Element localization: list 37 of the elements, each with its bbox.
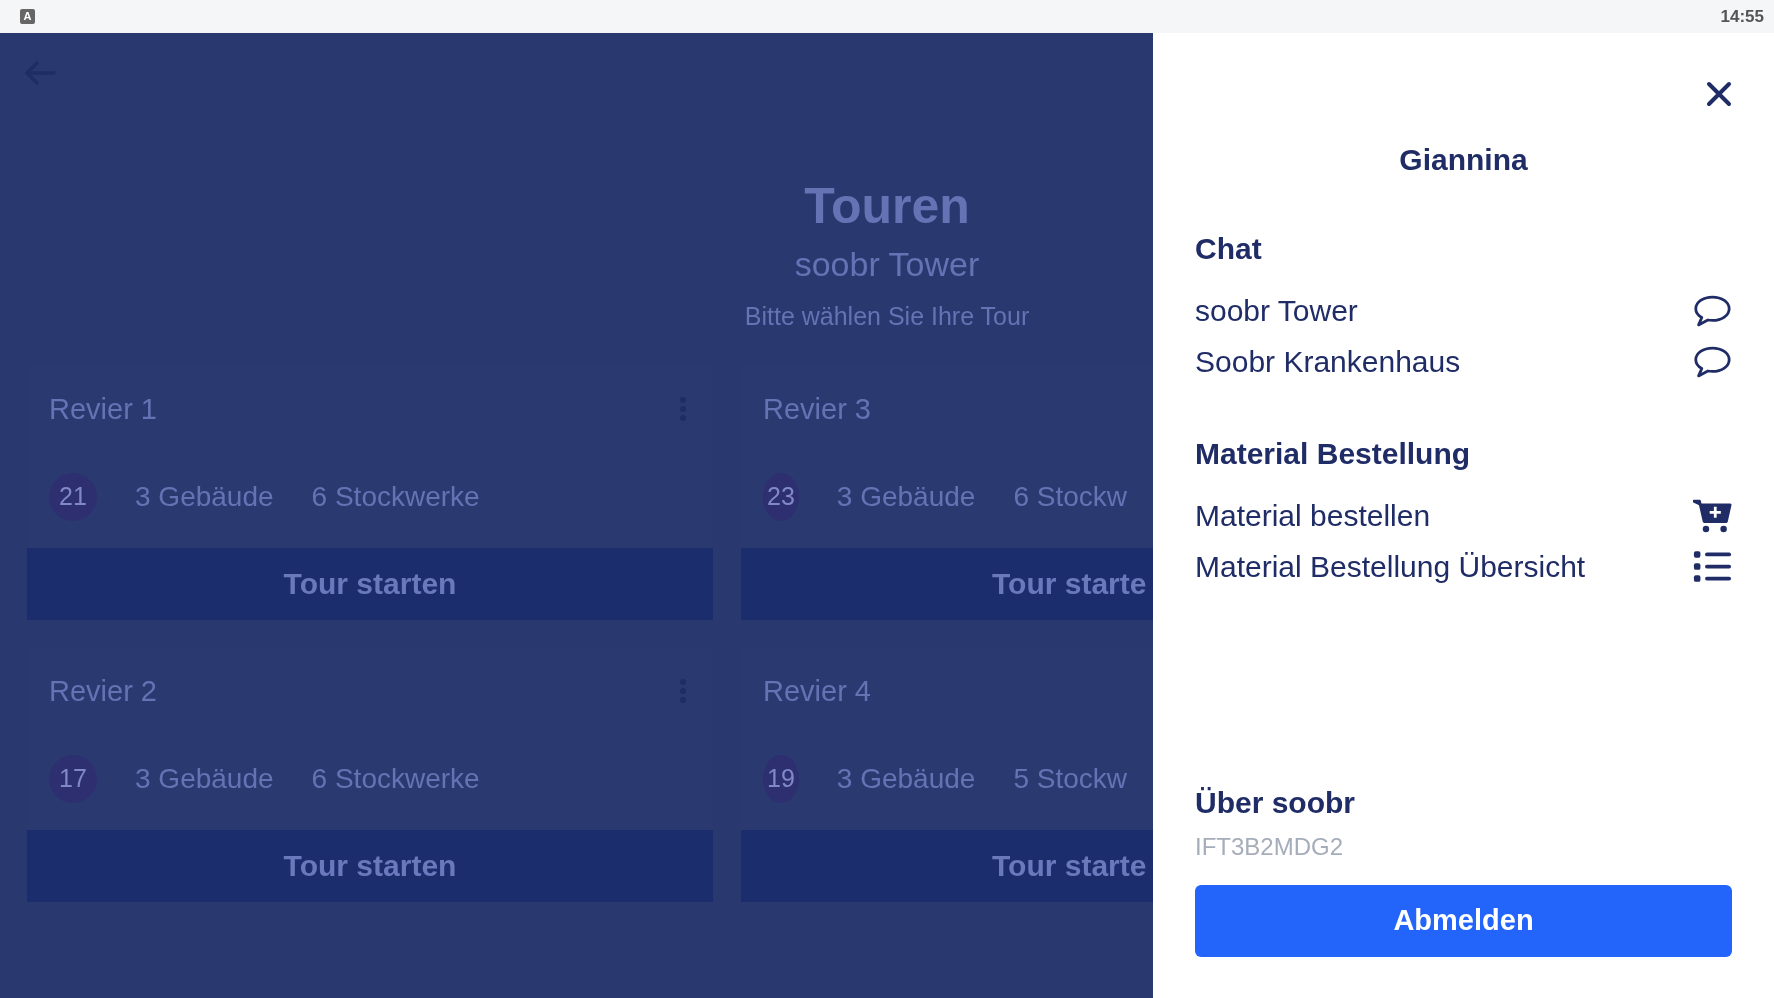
menu-item-link[interactable]: Material bestellen	[1195, 490, 1694, 541]
logout-button[interactable]: Abmelden	[1195, 885, 1732, 957]
device-id: IFT3B2MDG2	[1195, 832, 1345, 862]
notification-icon: A	[20, 9, 35, 24]
count-badge: 17	[49, 755, 97, 804]
card-title: Revier 3	[763, 391, 871, 427]
clock-time: 14:55	[1720, 5, 1764, 28]
card-title: Revier 4	[763, 673, 871, 709]
page-title: Touren	[803, 177, 971, 236]
menu-item-link[interactable]: soobr Tower	[1195, 285, 1694, 336]
building-count: 3 Gebäude	[135, 762, 274, 797]
section-heading: Chat	[1195, 231, 1263, 267]
floor-count: 6 Stockw	[1013, 480, 1127, 515]
floor-count: 5 Stockw	[1013, 762, 1127, 797]
floor-count: 6 Stockwerke	[311, 480, 480, 515]
start-tour-button[interactable]: Tour starte	[741, 547, 1153, 620]
count-badge: 23	[763, 473, 799, 522]
close-button[interactable]	[1706, 81, 1732, 107]
card-title: Revier 1	[49, 391, 157, 427]
list-icon	[1693, 548, 1732, 585]
count-badge: 21	[49, 473, 97, 522]
page-subtitle: soobr Tower	[793, 244, 981, 285]
start-tour-button[interactable]: Tour starte	[741, 829, 1153, 902]
section-heading: Material Bestellung	[1195, 436, 1472, 472]
start-tour-button[interactable]: Tour starten	[27, 547, 713, 620]
card-title: Revier 2	[49, 673, 157, 709]
count-badge: 19	[763, 755, 799, 804]
menu-item-link[interactable]: Soobr Krankenhaus	[1195, 336, 1694, 387]
section-heading: Über soobr	[1195, 785, 1357, 821]
building-count: 3 Gebäude	[135, 480, 274, 515]
page-prompt: Bitte wählen Sie Ihre Tour	[743, 301, 1031, 333]
user-name: Giannina	[1398, 142, 1529, 178]
floor-count: 6 Stockwerke	[311, 762, 480, 797]
building-count: 3 Gebäude	[836, 762, 976, 797]
building-count: 3 Gebäude	[836, 480, 976, 515]
menu-item-link[interactable]: Material Bestellung Übersicht	[1195, 541, 1694, 592]
start-tour-button[interactable]: Tour starten	[27, 829, 713, 902]
